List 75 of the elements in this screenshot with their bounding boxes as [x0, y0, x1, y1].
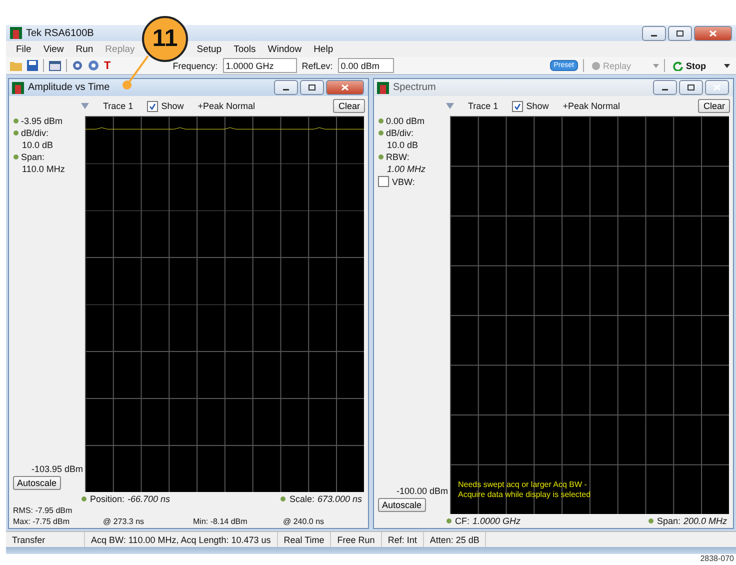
- autoscale-button[interactable]: Autoscale: [378, 498, 426, 512]
- save-icon[interactable]: [27, 60, 38, 71]
- measurement-value: @ 273.3 ns: [103, 517, 146, 526]
- param-label[interactable]: dB/div:: [378, 128, 448, 138]
- param-label[interactable]: RBW:: [378, 152, 448, 162]
- restore-button[interactable]: [668, 26, 692, 40]
- measurement-value: RMS: -7.95 dBm: [13, 506, 74, 515]
- menu-item[interactable]: Window: [262, 44, 308, 54]
- close-icon: [713, 84, 721, 91]
- axis-setting[interactable]: Span: 200.0 MHz: [648, 516, 727, 526]
- frequency-label: Frequency:: [172, 60, 218, 70]
- param-label: VBW:: [392, 176, 415, 186]
- param-label[interactable]: dB/div:: [13, 128, 83, 138]
- pane-title: Amplitude vs Time: [28, 82, 110, 93]
- maximize-icon: [687, 84, 695, 91]
- menu-item[interactable]: Help: [308, 44, 340, 54]
- minimize-button[interactable]: [274, 80, 298, 95]
- measurement-value: Max: -7.75 dBm: [13, 517, 70, 526]
- refresh-icon: [673, 60, 683, 70]
- window-icon[interactable]: [49, 60, 61, 70]
- vbw-checkbox[interactable]: [378, 176, 389, 187]
- app-icon: [377, 82, 389, 94]
- maximize-button[interactable]: [300, 80, 324, 95]
- close-icon: [341, 84, 349, 91]
- close-button[interactable]: [326, 80, 364, 95]
- autoscale-button[interactable]: Autoscale: [13, 476, 61, 490]
- show-checkbox[interactable]: [147, 100, 158, 112]
- frequency-field[interactable]: 1.0000 GHz: [222, 58, 297, 73]
- menu-item[interactable]: Setup: [190, 44, 228, 54]
- clear-button[interactable]: Clear: [333, 99, 365, 113]
- bottom-level-value: -100.00 dBm: [395, 486, 448, 496]
- close-button[interactable]: [694, 26, 732, 40]
- figure-id: 2838-070: [700, 554, 734, 563]
- trace-label: Trace 1: [103, 101, 134, 111]
- top-level-value[interactable]: 0.00 dBm: [378, 116, 448, 126]
- detection-label: +Peak Normal: [562, 101, 620, 111]
- minimize-button[interactable]: [642, 26, 666, 40]
- measurement-value: @ 240.0 ns: [283, 517, 326, 526]
- maximize-button[interactable]: [679, 80, 703, 95]
- detection-label: +Peak Normal: [198, 101, 255, 111]
- reflev-label: RefLev:: [302, 60, 333, 70]
- bottom-level-value: -103.95 dBm: [30, 464, 83, 474]
- param-value: 110.0 MHz: [21, 164, 66, 174]
- minimize-button[interactable]: [653, 80, 677, 95]
- param-value: 10.0 dB: [386, 140, 420, 150]
- show-checkbox[interactable]: [512, 100, 524, 112]
- param-value: 10.0 dB: [21, 140, 54, 150]
- param-label[interactable]: Span:: [13, 152, 83, 162]
- menu-item[interactable]: Tools: [228, 44, 262, 54]
- app-icon: [12, 82, 24, 94]
- marker-tool[interactable]: T: [104, 60, 111, 72]
- reflev-field[interactable]: 0.00 dBm: [338, 58, 394, 73]
- top-level-value[interactable]: -3.95 dBm: [13, 116, 83, 126]
- show-label: Show: [526, 101, 549, 111]
- trace-label: Trace 1: [468, 101, 498, 111]
- menu-item[interactable]: View: [37, 44, 70, 54]
- dropdown-arrow-icon[interactable]: [724, 64, 730, 68]
- pane-title: Spectrum: [393, 82, 436, 93]
- measurement-value: Min: -8.14 dBm: [193, 517, 248, 526]
- close-icon: [709, 30, 717, 36]
- axis-setting[interactable]: CF: 1.0000 GHz: [446, 516, 521, 526]
- maximize-icon: [676, 30, 684, 36]
- maximize-icon: [308, 84, 316, 91]
- clear-button[interactable]: Clear: [698, 99, 730, 113]
- app-icon: [10, 27, 22, 39]
- window-title: Tek RSA6100B: [26, 28, 94, 38]
- warning-message: Needs swept acq or larger Acq BW - Acquire data while display is selected: [458, 480, 591, 500]
- show-label: Show: [161, 101, 184, 111]
- menu-item[interactable]: File: [10, 44, 38, 54]
- record-dot-icon: [592, 62, 600, 70]
- stop-button[interactable]: Stop: [670, 60, 709, 70]
- menu-item[interactable]: Run: [70, 44, 100, 54]
- param-value: 1.00 MHz: [386, 164, 427, 174]
- axis-setting[interactable]: Position: -66.700 ns: [81, 494, 170, 504]
- axis-setting[interactable]: Scale: 673.000 ns: [280, 494, 362, 504]
